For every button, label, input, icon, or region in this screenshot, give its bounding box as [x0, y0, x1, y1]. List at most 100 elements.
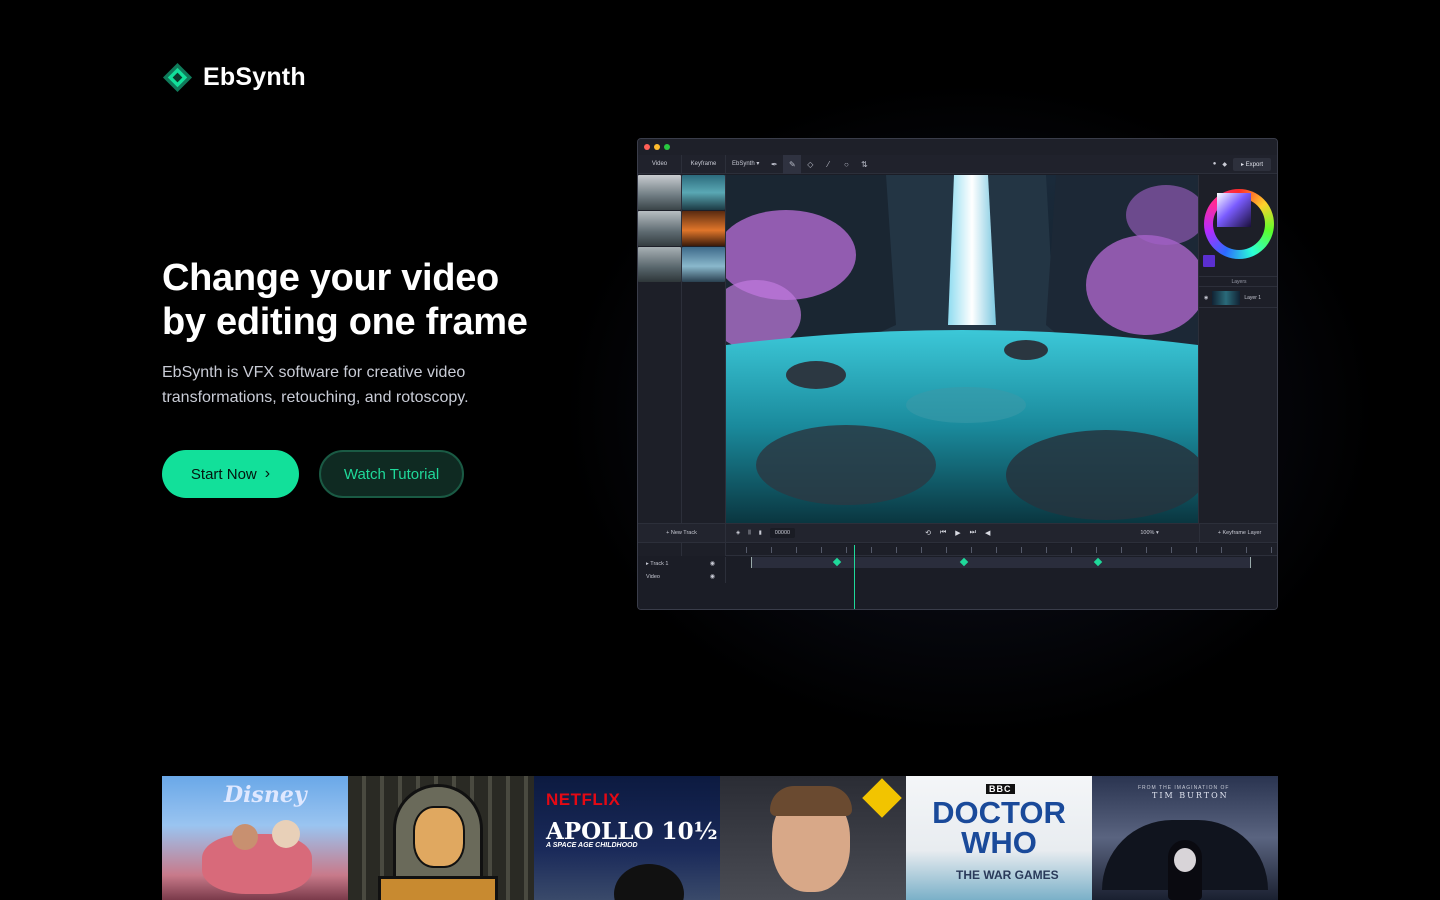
showcase-card-apollo[interactable]: NETFLIX APOLLO 10½ A SPACE AGE CHILDHOOD [534, 776, 720, 900]
ruler-tick [1096, 547, 1097, 553]
character-art [614, 864, 684, 900]
tab-keyframe[interactable]: Keyframe [682, 154, 726, 174]
logo[interactable]: EbSynth [162, 62, 306, 93]
ruler-tick [771, 547, 772, 553]
playhead[interactable] [854, 545, 855, 609]
tab-video[interactable]: Video [638, 154, 682, 174]
hero-title-line-2: by editing one frame [162, 301, 528, 343]
keyframe-layer-button[interactable]: + Keyframe Layer [1199, 523, 1277, 543]
color-picker-square[interactable] [1217, 193, 1251, 227]
keyframe-layer-label: Keyframe Layer [1222, 530, 1262, 536]
volume-icon[interactable]: ◀ [985, 529, 990, 537]
minimize-window-icon[interactable] [654, 144, 660, 150]
ruler-tick [871, 547, 872, 553]
showcase-card-doctor-who[interactable]: BBC DOCTOR WHO THE WAR GAMES [906, 776, 1092, 900]
trash-icon[interactable]: ▮ [759, 530, 762, 536]
hero-description: EbSynth is VFX software for creative vid… [162, 364, 469, 406]
logo-text: EbSynth [203, 63, 306, 91]
split-icon[interactable]: ⫼ [748, 530, 751, 537]
keyframe-marker[interactable] [959, 557, 969, 567]
apollo-subtitle: A SPACE AGE CHILDHOOD [546, 842, 638, 849]
hero-title: Change your video by editing one frame [162, 256, 582, 344]
playback-controls: + New Track ◈ ⫼ ▮ 00000 ⟲ ⏮ ▶ ⏭ ◀ 100% ▾… [638, 523, 1277, 543]
track-clip[interactable] [751, 557, 1251, 568]
apollo-title: APOLLO 10½ [546, 818, 718, 845]
frame-thumbnail[interactable] [638, 211, 681, 246]
mode-dropdown[interactable]: EbSynth ▾ [726, 155, 765, 174]
skip-forward-icon[interactable]: ⏭ [970, 529, 976, 537]
ruler-tick [1246, 547, 1247, 553]
new-track-label: New Track [670, 530, 697, 536]
play-icon[interactable]: ▶ [955, 529, 960, 537]
frame-counter[interactable]: 00000 [769, 528, 796, 538]
ruler-tick [1171, 547, 1172, 553]
transform-tool-icon[interactable]: ⇅ [855, 155, 873, 174]
doctor-who-title: DOCTOR WHO [932, 795, 1066, 860]
hair-art [770, 786, 852, 816]
eye-icon[interactable]: ◉ [710, 560, 715, 567]
ruler-tick [1196, 547, 1197, 553]
track-name: Track 1 [650, 560, 669, 567]
timeline-ruler[interactable] [726, 544, 1277, 556]
current-color-swatch[interactable] [1203, 255, 1215, 267]
pen-tool-icon[interactable]: ✒ [765, 155, 783, 174]
export-button[interactable]: ▸ Export [1232, 157, 1271, 171]
eye-icon[interactable]: ◉ [710, 573, 715, 580]
ruler-tick [821, 547, 822, 553]
start-now-button[interactable]: Start Now › [162, 450, 299, 498]
layer-row[interactable]: ◉ Layer 1 [1199, 288, 1277, 308]
watch-tutorial-button[interactable]: Watch Tutorial [319, 450, 464, 498]
app-toolbar: Video Keyframe EbSynth ▾ ✒ ✎ ◇ ⁄ ○ ⇅ ● ◆… [638, 154, 1277, 174]
keyframe-thumbnail[interactable] [682, 211, 725, 246]
ruler-tick [796, 547, 797, 553]
keyframe-thumbnail[interactable] [682, 175, 725, 210]
ruler-tick [1071, 547, 1072, 553]
zoom-dropdown[interactable]: 100% ▾ [1140, 530, 1166, 536]
close-window-icon[interactable] [644, 144, 650, 150]
ruler-tick [1121, 547, 1122, 553]
keyframe-icon[interactable]: ◈ [736, 530, 740, 536]
frame-thumbnail[interactable] [638, 175, 681, 210]
character-art [272, 820, 300, 848]
eraser-tool-icon[interactable]: ◇ [801, 155, 819, 174]
track-row-track-1[interactable]: ▸ Track 1 ◉ [638, 557, 726, 570]
character-art [232, 824, 258, 850]
showcase-card-3d-face[interactable] [720, 776, 906, 900]
ruler-tick [1046, 547, 1047, 553]
frame-thumbnails [638, 175, 726, 609]
badge-icon [862, 778, 902, 818]
new-track-button[interactable]: + New Track [638, 523, 726, 543]
loop-icon[interactable]: ⟲ [925, 529, 931, 537]
tim-burton-text: TIM BURTON [1152, 791, 1229, 800]
right-panel: Layers ◉ Layer 1 [1198, 175, 1277, 523]
frame-controls: ◈ ⫼ ▮ 00000 [726, 528, 796, 538]
waterfall-image [726, 175, 1198, 523]
mode-dropdown-label: EbSynth [732, 160, 755, 167]
robe-art [378, 876, 498, 900]
bell-icon[interactable]: ◆ [1222, 161, 1227, 168]
brush-tool-icon[interactable]: ✎ [783, 154, 802, 174]
transport-controls: ⟲ ⏮ ▶ ⏭ ◀ [925, 529, 990, 537]
maximize-window-icon[interactable] [664, 144, 670, 150]
picker-tool-icon[interactable]: ⁄ [819, 155, 837, 174]
showcase-card-wednesday[interactable]: FROM THE IMAGINATION OF TIM BURTON [1092, 776, 1278, 900]
user-icon[interactable]: ● [1213, 161, 1217, 167]
showcase-card-disney[interactable]: Disney [162, 776, 348, 900]
visibility-icon[interactable]: ◉ [1204, 295, 1208, 301]
keyframe-thumbnail[interactable] [682, 247, 725, 282]
skip-back-icon[interactable]: ⏮ [940, 529, 946, 537]
frame-thumbnail[interactable] [638, 247, 681, 282]
keyframe-marker[interactable] [1093, 557, 1103, 567]
ruler-tick [1271, 547, 1272, 553]
start-now-label: Start Now [190, 465, 257, 483]
track-name: Video [646, 573, 660, 580]
ruler-tick [921, 547, 922, 553]
ruler-tick [996, 547, 997, 553]
canvas-viewer[interactable] [726, 175, 1198, 523]
zoom-label: 100% [1140, 530, 1155, 536]
lasso-tool-icon[interactable]: ○ [837, 155, 855, 174]
showcase-card-animated-knight[interactable] [348, 776, 534, 900]
export-label: Export [1245, 161, 1263, 168]
track-row-video[interactable]: Video ◉ [638, 570, 726, 583]
keyframe-marker[interactable] [832, 557, 842, 567]
